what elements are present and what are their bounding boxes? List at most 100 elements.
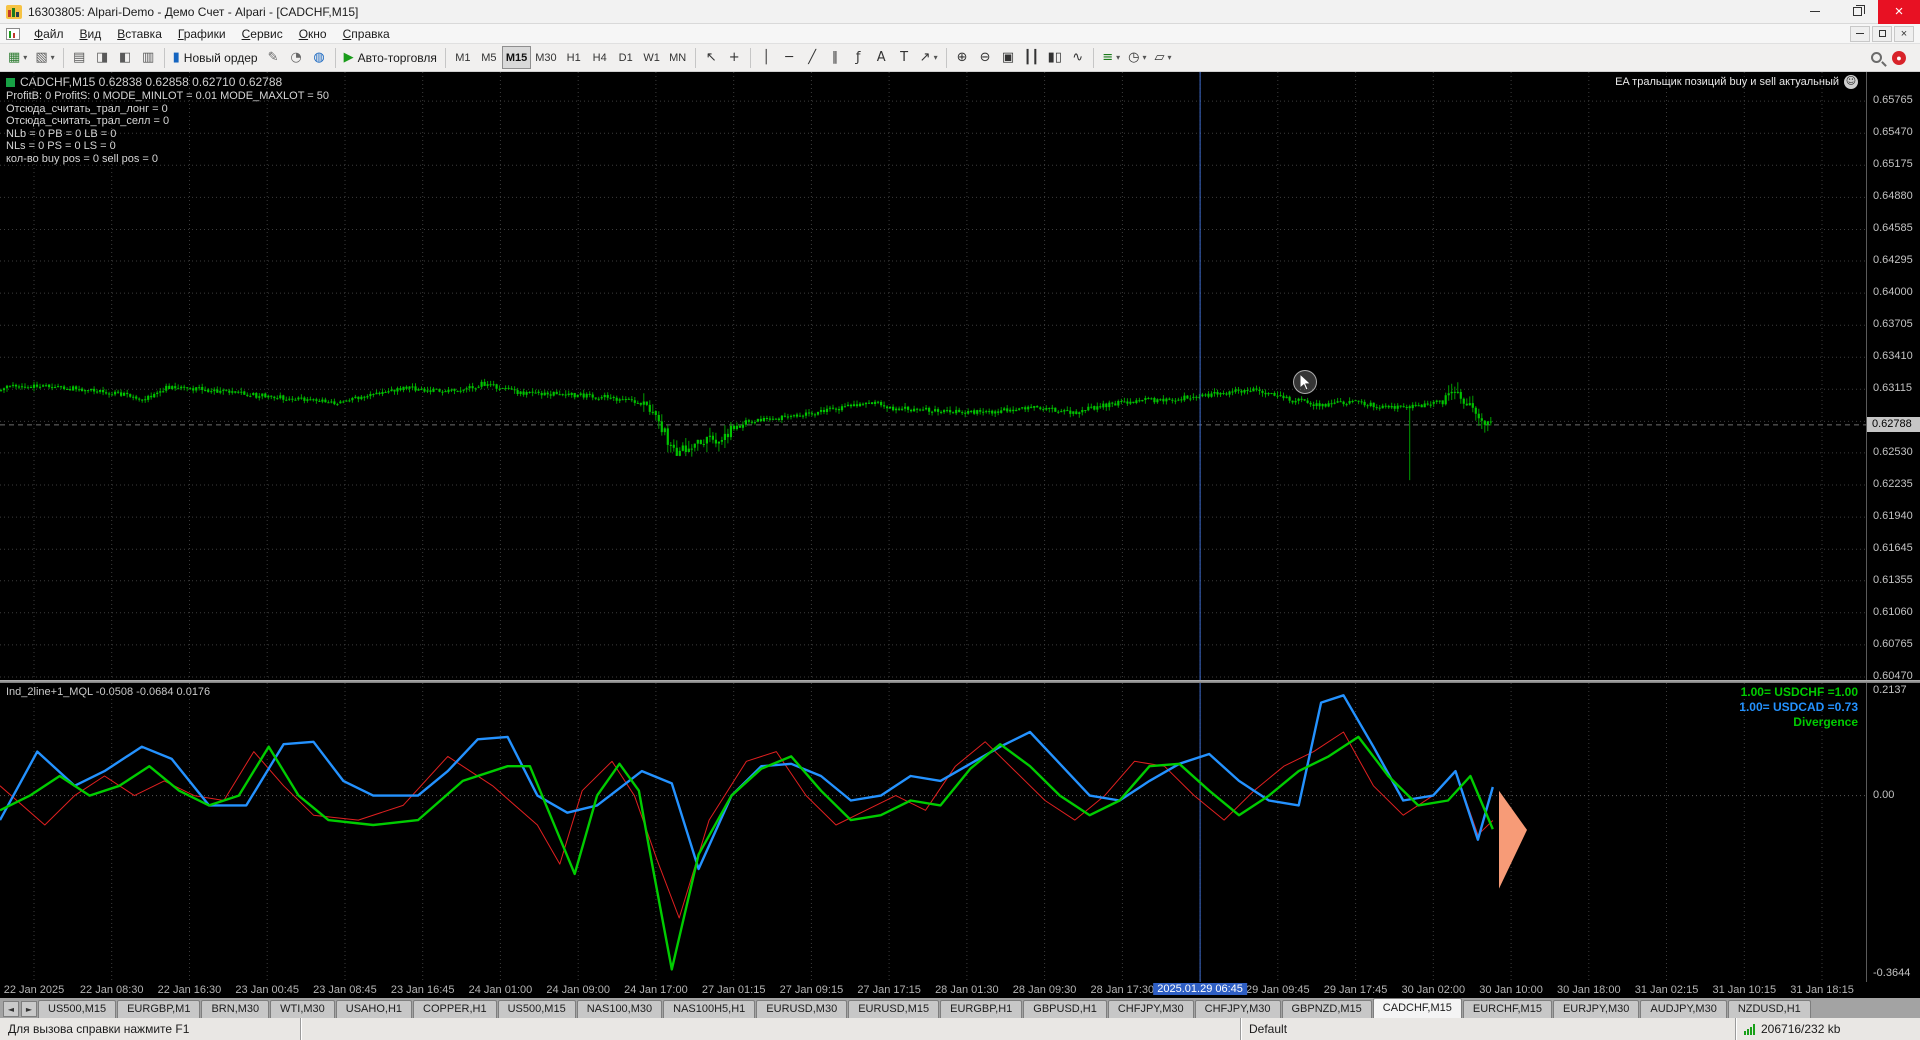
chart-tab-gbpnzd-m15[interactable]: GBPNZD,M15: [1281, 1000, 1372, 1018]
chart-tab-cadchf-m15[interactable]: CADCHF,M15: [1372, 998, 1462, 1018]
line-chart-button[interactable]: ∿: [1066, 46, 1089, 69]
restore-icon: [1852, 5, 1865, 16]
chart-tab-usaho-h1[interactable]: USAHO,H1: [335, 1000, 413, 1018]
menu-file[interactable]: Файл: [26, 25, 72, 43]
new-order-button[interactable]: ▮ Новый ордер: [169, 46, 262, 69]
cursor-button[interactable]: ↖: [700, 46, 723, 69]
chart-tab-us500-m15[interactable]: US500,M15: [497, 1000, 576, 1018]
chart-tab-copper-h1[interactable]: COPPER,H1: [413, 1000, 497, 1018]
navigator-button[interactable]: ◧: [114, 46, 137, 69]
ea-comment-line: кол-во buy pos = 0 sell pos = 0: [6, 152, 158, 165]
fibonacci-button[interactable]: ƒ: [847, 46, 870, 69]
timeframe-mn[interactable]: MN: [665, 46, 691, 69]
candlesticks-icon: ▮▯: [1047, 50, 1062, 65]
zoom-out-icon: ⊖: [979, 50, 991, 65]
data-window-icon: ◨: [95, 50, 109, 65]
time-label: 23 Jan 00:45: [235, 984, 300, 996]
menu-insert[interactable]: Вставка: [109, 25, 170, 43]
terminal-button[interactable]: ▥: [137, 46, 160, 69]
indicators-list-button[interactable]: ≡ ▾: [1098, 46, 1124, 69]
price-label: 0.64295: [1873, 254, 1913, 266]
market-watch-button[interactable]: ▤: [68, 46, 91, 69]
minimize-button[interactable]: [1794, 0, 1836, 24]
time-axis[interactable]: 22 Jan 2025 22 Jan 08:30 22 Jan 16:30 23 Ja…: [0, 982, 1920, 998]
indicator-header: Ind_2line+1_MQL -0.0508 -0.0684 0.0176: [6, 686, 211, 698]
mdi-close-button[interactable]: ×: [1894, 25, 1914, 42]
menu-view[interactable]: Вид: [72, 25, 110, 43]
chart-tab-wti-m30[interactable]: WTI,M30: [270, 1000, 335, 1018]
tabs-scroll-left[interactable]: ◄: [3, 1001, 19, 1017]
chart-tab-brn-m30[interactable]: BRN,M30: [201, 1000, 270, 1018]
price-axis[interactable]: 0.65765 0.65470 0.65175 0.64880 0.64585 0.642…: [1866, 72, 1920, 982]
strategy-tester-button[interactable]: ◔: [285, 46, 308, 69]
arrows-button[interactable]: ↗ ▾: [916, 46, 942, 69]
data-window-button[interactable]: ◨: [91, 46, 114, 69]
chart-tab-audjpy-m30[interactable]: AUDJPY,M30: [1640, 1000, 1727, 1018]
chart-window-icon[interactable]: [6, 27, 20, 40]
timeframe-h4[interactable]: H4: [587, 46, 613, 69]
main-chart-pane[interactable]: CADCHF,M15 0.62838 0.62858 0.62710 0.627…: [0, 72, 1866, 680]
restore-button[interactable]: [1836, 0, 1878, 24]
chart-tab-eurgbp-m1[interactable]: EURGBP,M1: [117, 1000, 201, 1018]
price-label: 0.61060: [1873, 606, 1913, 618]
horizontal-line-button[interactable]: ─: [778, 46, 801, 69]
window-controls: ×: [1794, 0, 1920, 24]
equidistant-channel-button[interactable]: ∥: [824, 46, 847, 69]
status-profile[interactable]: Default: [1240, 1018, 1735, 1040]
timeframe-m15[interactable]: M15: [501, 46, 532, 69]
new-chart-button[interactable]: ▦ ▾: [4, 46, 31, 69]
status-traffic: 206716/232 kb: [1735, 1018, 1920, 1040]
chart-tab-gbpusd-h1[interactable]: GBPUSD,H1: [1023, 1000, 1107, 1018]
mql5-community-button[interactable]: ◍: [308, 46, 331, 69]
mdi-restore-button[interactable]: [1872, 25, 1892, 42]
chart-header: CADCHF,M15 0.62838 0.62858 0.62710 0.627…: [6, 75, 282, 89]
profiles-button[interactable]: ▧ ▾: [31, 46, 58, 69]
pane-separator[interactable]: [0, 680, 1920, 683]
zoom-out-button[interactable]: ⊖: [974, 46, 997, 69]
close-button[interactable]: ×: [1878, 0, 1920, 24]
auto-trading-button[interactable]: ▶ Авто-торговля: [340, 46, 441, 69]
status-bar: Для вызова справки нажмите F1 Default 20…: [0, 1018, 1920, 1040]
chart-tab-eurgbp-h1[interactable]: EURGBP,H1: [940, 1000, 1023, 1018]
zoom-in-button[interactable]: ⊕: [951, 46, 974, 69]
menu-service[interactable]: Сервис: [234, 25, 291, 43]
ea-smiley-icon[interactable]: ☺: [1844, 75, 1858, 89]
bar-chart-button[interactable]: ┃┃: [1020, 46, 1044, 69]
timeframe-m5[interactable]: M5: [476, 46, 502, 69]
periods-list-button[interactable]: ◷ ▾: [1124, 46, 1150, 69]
chart-tab-us500-m15[interactable]: US500,M15: [38, 1000, 117, 1018]
chart-tab-chfjpy-m30[interactable]: CHFJPY,M30: [1107, 1000, 1194, 1018]
chart-tab-nas100-m30[interactable]: NAS100,M30: [576, 1000, 663, 1018]
timeframe-h1[interactable]: H1: [561, 46, 587, 69]
timeframe-w1[interactable]: W1: [639, 46, 665, 69]
chart-tab-nas100h5-h1[interactable]: NAS100H5,H1: [663, 1000, 756, 1018]
timeframe-m30[interactable]: M30: [531, 46, 560, 69]
search-icon[interactable]: [1871, 52, 1882, 63]
chart-tab-eurjpy-m30[interactable]: EURJPY,M30: [1552, 1000, 1640, 1018]
candlesticks-button[interactable]: ▮▯: [1043, 46, 1066, 69]
chart-tab-eurusd-m30[interactable]: EURUSD,M30: [756, 1000, 848, 1018]
menu-help[interactable]: Справка: [335, 25, 398, 43]
tabs-scroll-right[interactable]: ►: [21, 1001, 37, 1017]
toolbar: ▦ ▾ ▧ ▾ ▤ ◨ ◧ ▥ ▮ Новый ордер ✎ ◔ ◍ ▶ Авто-торговля M1 M…: [0, 44, 1920, 72]
vertical-line-button[interactable]: │: [755, 46, 778, 69]
chart-tab-eurchf-m15[interactable]: EURCHF,M15: [1462, 1000, 1552, 1018]
trendline-button[interactable]: ╱: [801, 46, 824, 69]
text-label-button[interactable]: T: [893, 46, 916, 69]
menu-window[interactable]: Окно: [291, 25, 335, 43]
notifications-icon[interactable]: ●: [1892, 50, 1906, 65]
chart-tab-chfjpy-m30[interactable]: CHFJPY,M30: [1194, 1000, 1281, 1018]
menu-charts[interactable]: Графики: [170, 25, 234, 43]
text-button[interactable]: A: [870, 46, 893, 69]
crosshair-button[interactable]: +: [723, 46, 746, 69]
chart-area[interactable]: CADCHF,M15 0.62838 0.62858 0.62710 0.627…: [0, 72, 1920, 982]
indicator-pane[interactable]: Ind_2line+1_MQL -0.0508 -0.0684 0.0176 1…: [0, 683, 1866, 982]
tile-windows-button[interactable]: ▣: [997, 46, 1020, 69]
mdi-minimize-button[interactable]: [1850, 25, 1870, 42]
timeframe-d1[interactable]: D1: [613, 46, 639, 69]
chart-tab-eurusd-m15[interactable]: EURUSD,M15: [848, 1000, 940, 1018]
chart-tab-nzdusd-h1[interactable]: NZDUSD,H1: [1727, 1000, 1811, 1018]
timeframe-m1[interactable]: M1: [450, 46, 476, 69]
metaeditor-button[interactable]: ✎: [262, 46, 285, 69]
templates-button[interactable]: ▱ ▾: [1151, 46, 1176, 69]
